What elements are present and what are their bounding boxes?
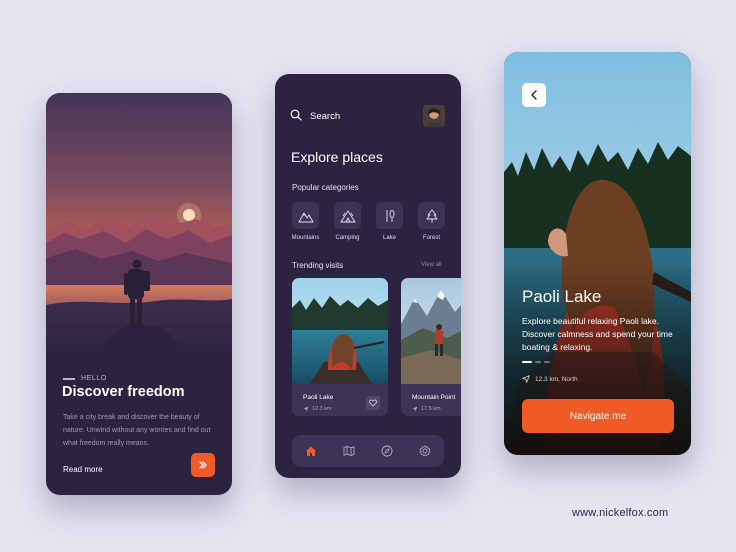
section-heading-categories: Popular categories <box>292 183 359 192</box>
location-arrow-icon <box>303 406 309 412</box>
heart-icon <box>369 399 377 407</box>
brand-url: www.nickelfox.com <box>572 507 669 519</box>
page-title: Explore places <box>291 149 383 165</box>
distance-value: 17.5 km <box>421 406 441 412</box>
hello-label: HELLO <box>81 375 107 382</box>
trending-card[interactable]: Mountain Point 17.5 km <box>401 278 461 416</box>
location-row: 12.3 km, North <box>522 375 578 383</box>
sunset-hiker-illustration <box>46 93 232 355</box>
canoe-paddle-icon <box>386 209 394 222</box>
home-icon <box>306 446 316 456</box>
indicator-dot-active <box>522 361 532 363</box>
favorite-button[interactable] <box>366 396 380 410</box>
category-icon-box <box>376 202 403 229</box>
avatar[interactable] <box>423 105 445 127</box>
category-label: Camping <box>335 235 360 241</box>
category-label: Mountains <box>291 235 320 241</box>
lake-canoe-photo <box>504 52 691 455</box>
indicator-dot <box>544 361 550 363</box>
lake-photo <box>292 278 388 384</box>
tree-icon <box>426 209 437 222</box>
search-input[interactable]: Search <box>310 111 340 122</box>
trending-card[interactable]: Paoli Lake 12.3 km <box>292 278 388 416</box>
detail-screen: Paoli Lake Explore beautiful relaxing Pa… <box>504 52 691 455</box>
description: Take a city break and discover the beaut… <box>63 414 211 447</box>
description: Explore beautiful relaxing Paoli lake. D… <box>522 316 673 352</box>
read-more-link[interactable]: Read more <box>63 465 103 474</box>
category-list: Mountains Camping Lake Forest <box>291 202 451 241</box>
nav-settings[interactable] <box>417 443 433 459</box>
category-label: Lake <box>382 235 396 241</box>
nav-explore[interactable] <box>379 443 395 459</box>
page-title: Discover freedom <box>62 384 185 400</box>
mountain-photo <box>401 278 461 384</box>
double-chevron-right-icon <box>199 461 207 469</box>
place-distance: 17.5 km <box>412 406 441 412</box>
location-arrow-icon <box>522 375 530 383</box>
place-name: Paoli Lake <box>303 394 334 401</box>
distance-value: 12.3 km <box>312 406 332 412</box>
category-icon-box <box>292 202 319 229</box>
indicator-dot <box>535 361 541 363</box>
avatar-image <box>423 105 445 127</box>
nav-home[interactable] <box>303 443 319 459</box>
settings-icon <box>419 445 431 457</box>
location-text: 12.3 km, North <box>535 375 578 383</box>
category-icon-box <box>418 202 445 229</box>
place-distance: 12.3 km <box>303 406 332 412</box>
explore-screen: Search Explore places Popular categories… <box>275 74 461 478</box>
category-camping[interactable]: Camping <box>333 202 362 241</box>
divider <box>63 377 75 380</box>
mountains-icon <box>298 212 313 222</box>
view-all-link[interactable]: View all <box>421 262 442 268</box>
nav-map[interactable] <box>341 443 357 459</box>
trending-carousel[interactable]: Paoli Lake 12.3 km Mountain Point 17.5 k… <box>292 278 461 418</box>
category-lake[interactable]: Lake <box>375 202 404 241</box>
section-heading-trending: Trending visits <box>292 261 344 270</box>
place-name: Mountain Point <box>412 394 456 401</box>
back-button[interactable] <box>522 83 546 107</box>
chevron-left-icon <box>531 90 537 100</box>
map-icon <box>343 446 355 456</box>
category-label: Forest <box>422 235 440 241</box>
carousel-indicator <box>522 361 550 363</box>
category-forest[interactable]: Forest <box>417 202 446 241</box>
next-button[interactable] <box>191 453 215 477</box>
onboarding-screen: HELLO Discover freedom Take a city break… <box>46 93 232 495</box>
search-icon[interactable] <box>290 109 302 121</box>
tent-icon <box>340 210 355 222</box>
category-icon-box <box>334 202 361 229</box>
bottom-nav <box>292 435 444 467</box>
compass-icon <box>381 445 393 457</box>
category-mountains[interactable]: Mountains <box>291 202 320 241</box>
page-title: Paoli Lake <box>522 287 602 306</box>
navigate-button[interactable]: Navigate me <box>522 399 674 433</box>
hello-row: HELLO <box>63 375 107 382</box>
location-arrow-icon <box>412 406 418 412</box>
